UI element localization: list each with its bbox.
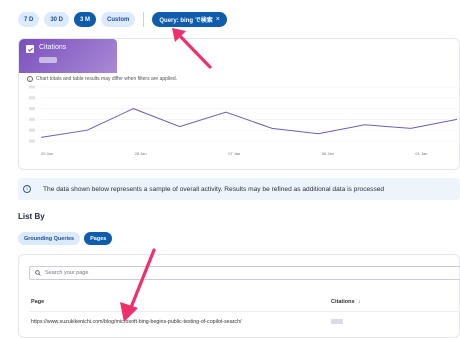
search-field[interactable] <box>29 266 460 280</box>
chart-note-text: Chart totals and table results may diffe… <box>36 76 178 82</box>
close-icon[interactable]: × <box>216 16 220 23</box>
y-tick-label <box>29 96 35 100</box>
range-custom-button[interactable]: Custom <box>101 12 136 27</box>
x-tick-label: 07 Jan <box>228 151 240 156</box>
citations-series-line <box>40 108 458 138</box>
sort-down-icon[interactable]: ↓ <box>358 299 361 305</box>
range-7d-button[interactable]: 7 D <box>18 12 40 27</box>
citations-chart-card: Citations i Chart totals and table resul… <box>18 38 460 170</box>
pages-table-card: Page Citations ↓ https://www.suzukikenic… <box>18 254 460 338</box>
filter-divider <box>143 12 145 27</box>
list-by-tabs: Grounding Queries Pages <box>18 232 113 245</box>
search-input[interactable] <box>45 270 245 276</box>
y-tick-label <box>29 117 35 121</box>
info-icon: i <box>23 185 31 193</box>
date-range-bar: 7 D 30 D 3 M Custom Query: bing で検索 × <box>18 12 227 27</box>
range-30d-button[interactable]: 30 D <box>44 12 70 27</box>
tab-grounding-queries[interactable]: Grounding Queries <box>18 232 81 245</box>
metric-label: Citations <box>39 44 67 51</box>
y-tick-label <box>29 139 35 143</box>
range-3m-button[interactable]: 3 M <box>74 12 97 27</box>
y-tick-label <box>29 128 35 132</box>
query-filter-chip[interactable]: Query: bing で検索 × <box>152 12 227 27</box>
metric-value-redacted <box>39 57 57 63</box>
x-tick-label: 20 Jan <box>41 151 53 156</box>
table-row-url[interactable]: https://www.suzukikenichi.com/blog/micro… <box>31 319 242 325</box>
query-filter-label: Query: bing で検索 <box>159 18 213 24</box>
x-tick-label: 01 Jan <box>415 151 427 156</box>
header-divider <box>29 311 459 312</box>
search-icon <box>35 270 41 276</box>
tab-pages[interactable]: Pages <box>84 232 113 245</box>
citations-header-label: Citations <box>331 299 355 305</box>
column-header-page[interactable]: Page <box>31 299 44 305</box>
x-tick-label: 06 Jan <box>322 151 334 156</box>
banner-text: The data shown below represents a sample… <box>43 185 385 193</box>
info-icon: i <box>27 76 33 82</box>
list-by-title: List By <box>18 212 45 221</box>
sample-data-banner: i The data shown below represents a samp… <box>18 178 460 200</box>
y-tick-label <box>29 85 35 89</box>
citations-metric-tile[interactable]: Citations <box>19 39 117 73</box>
checkbox-icon[interactable] <box>26 45 34 53</box>
citations-line-chart: 20 Jan 28 Jan 07 Jan 06 Jan 01 Jan <box>29 85 458 156</box>
table-row-citations-redacted <box>331 319 343 324</box>
chart-note: i Chart totals and table results may dif… <box>27 76 177 82</box>
y-tick-label <box>29 107 35 111</box>
column-header-citations[interactable]: Citations ↓ <box>331 299 361 305</box>
x-tick-label: 28 Jan <box>135 151 147 156</box>
